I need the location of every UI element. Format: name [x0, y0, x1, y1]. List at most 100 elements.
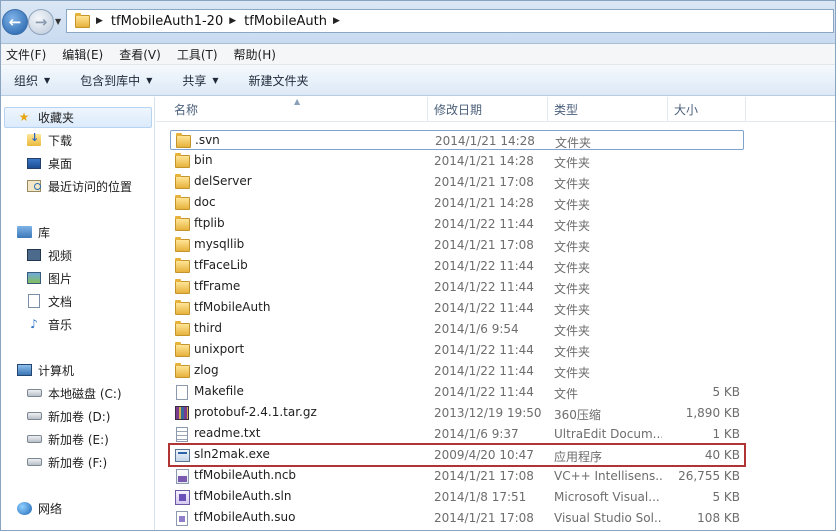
menu-tools[interactable]: 工具(T)	[177, 46, 218, 63]
file-modified-date: 2014/1/22 11:44	[434, 280, 534, 294]
nav-network[interactable]: 网络	[16, 498, 62, 518]
file-row[interactable]: mysqllib 2014/1/21 17:08 文件夹	[170, 235, 744, 255]
caret-down-icon: ▼	[44, 75, 51, 85]
folder-icon	[174, 278, 190, 295]
file-row[interactable]: tfMobileAuth.suo 2014/1/21 17:08 Visual St…	[170, 508, 744, 528]
file-row[interactable]: tfMobileAuth.ncb 2014/1/21 17:08 VC++ Inte…	[170, 466, 744, 486]
file-row[interactable]: third 2014/1/6 9:54 文件夹	[170, 319, 744, 339]
forward-button[interactable]: →	[28, 9, 54, 35]
nav-favorites[interactable]: ★ 收藏夹	[16, 107, 74, 127]
ncb-file-icon	[174, 468, 190, 484]
file-row[interactable]: tfMobileAuth.sln 2014/1/8 17:51 Microsoft …	[170, 487, 744, 507]
nav-label: 新加卷 (D:)	[48, 409, 111, 424]
back-button[interactable]: ←	[2, 9, 28, 35]
file-row[interactable]: Makefile 2014/1/22 11:44 文件 5 KB	[170, 382, 744, 402]
breadcrumb-item[interactable]: tfMobileAuth	[244, 14, 327, 29]
text-file-icon	[176, 426, 188, 442]
file-type: 文件夹	[554, 303, 591, 317]
chevron-right-icon[interactable]: ▶	[229, 16, 236, 26]
document-library-icon	[28, 294, 40, 308]
recent-places-icon	[26, 178, 42, 194]
hard-drive-icon	[26, 412, 42, 420]
folder-icon	[174, 194, 190, 210]
file-row[interactable]: sln2mak.exe 2009/4/20 10:47 应用程序 40 KB	[168, 443, 746, 467]
file-row[interactable]: tfFaceLib 2014/1/22 11:44 文件夹	[170, 256, 744, 276]
nav-downloads[interactable]: 下载	[26, 130, 72, 150]
file-row[interactable]: ftplib 2014/1/22 11:44 文件夹	[170, 214, 744, 234]
file-row[interactable]: protobuf-2.4.1.tar.gz 2013/12/19 19:50 360…	[170, 403, 744, 423]
column-header-name[interactable]: 名称	[168, 97, 428, 122]
caret-down-icon: ▼	[212, 75, 219, 85]
desktop-icon	[27, 157, 41, 169]
file-modified-date: 2014/1/6 9:37	[434, 427, 519, 441]
file-modified-date: 2014/1/22 11:44	[434, 259, 534, 273]
arrow-right-icon: →	[34, 13, 48, 31]
suo-file-icon	[174, 510, 190, 526]
nav-documents[interactable]: 文档	[26, 291, 72, 311]
menu-file[interactable]: 文件(F)	[6, 46, 46, 63]
breadcrumb-item[interactable]: tfMobileAuth1-20	[111, 14, 223, 29]
sln-file-icon	[174, 489, 190, 505]
hard-drive-icon	[26, 385, 42, 401]
file-row[interactable]: delServer 2014/1/21 17:08 文件夹	[170, 172, 744, 192]
file-type: 文件	[554, 387, 579, 401]
organize-button[interactable]: 组织 ▼	[14, 72, 50, 89]
nav-drive-d[interactable]: 新加卷 (D:)	[26, 406, 110, 426]
file-modified-date: 2014/1/22 11:44	[434, 364, 534, 378]
file-type: 文件夹	[554, 345, 591, 359]
folder-icon	[174, 215, 190, 232]
file-name: .svn	[195, 133, 220, 147]
file-row[interactable]: zlog 2014/1/22 11:44 文件夹	[170, 361, 744, 381]
nav-drive-f[interactable]: 新加卷 (F:)	[26, 452, 107, 472]
folder-icon	[174, 173, 190, 190]
folder-icon	[174, 236, 190, 252]
archive-icon	[175, 406, 189, 420]
hard-drive-icon	[26, 408, 42, 424]
nav-pictures[interactable]: 图片	[26, 268, 72, 288]
file-name: tfMobileAuth	[194, 300, 271, 314]
nav-drive-e[interactable]: 新加卷 (E:)	[26, 429, 109, 449]
nav-drive-c[interactable]: 本地磁盘 (C:)	[26, 383, 122, 403]
arrow-left-icon: ←	[8, 13, 22, 31]
file-name: tfFaceLib	[194, 258, 248, 272]
menu-edit[interactable]: 编辑(E)	[62, 46, 103, 63]
nav-music[interactable]: ♪ 音乐	[26, 314, 72, 334]
file-name: third	[194, 321, 222, 335]
folder-icon	[174, 362, 190, 378]
include-library-button[interactable]: 包含到库中 ▼	[80, 72, 152, 89]
nav-desktop[interactable]: 桌面	[26, 153, 72, 173]
file-row[interactable]: tfFrame 2014/1/22 11:44 文件夹	[170, 277, 744, 297]
hard-drive-icon	[26, 454, 42, 470]
column-header-date[interactable]: 修改日期	[428, 97, 548, 122]
chevron-right-icon[interactable]: ▶	[96, 16, 103, 26]
file-row[interactable]: bin 2014/1/21 14:28 文件夹	[170, 151, 744, 171]
menu-help[interactable]: 帮助(H)	[234, 46, 276, 63]
menu-view[interactable]: 查看(V)	[119, 46, 161, 63]
folder-icon	[174, 152, 190, 169]
column-header-size[interactable]: 大小	[668, 97, 746, 122]
folder-icon	[174, 341, 190, 358]
folder-icon	[174, 194, 190, 211]
file-row[interactable]: readme.txt 2014/1/6 9:37 UltraEdit Docum..…	[170, 424, 744, 444]
nav-videos[interactable]: 视频	[26, 245, 72, 265]
file-type: 文件夹	[554, 177, 591, 191]
file-type: VC++ Intellisens...	[554, 469, 662, 483]
file-row[interactable]: unixport 2014/1/22 11:44 文件夹	[170, 340, 744, 360]
nav-computer[interactable]: 计算机	[16, 360, 74, 380]
file-row[interactable]: .svn 2014/1/21 14:28 文件夹	[170, 130, 744, 150]
picture-library-icon	[27, 272, 41, 284]
share-button[interactable]: 共享 ▼	[182, 72, 218, 89]
file-row[interactable]: doc 2014/1/21 14:28 文件夹	[170, 193, 744, 213]
new-folder-button[interactable]: 新建文件夹	[249, 72, 309, 89]
recent-pages-dropdown-icon[interactable]: ▼	[55, 17, 61, 26]
nav-recent-places[interactable]: 最近访问的位置	[26, 176, 132, 196]
exe-icon	[174, 447, 190, 463]
file-modified-date: 2014/1/21 14:28	[435, 134, 535, 148]
video-library-icon	[26, 247, 42, 263]
column-header-type[interactable]: 类型	[548, 97, 668, 122]
address-field[interactable]: ▶ tfMobileAuth1-20 ▶ tfMobileAuth ▶	[66, 9, 834, 33]
chevron-right-icon[interactable]: ▶	[333, 16, 340, 26]
nav-libraries[interactable]: 库	[16, 222, 50, 242]
file-row[interactable]: tfMobileAuth 2014/1/22 11:44 文件夹	[170, 298, 744, 318]
file-size: 5 KB	[712, 490, 740, 504]
